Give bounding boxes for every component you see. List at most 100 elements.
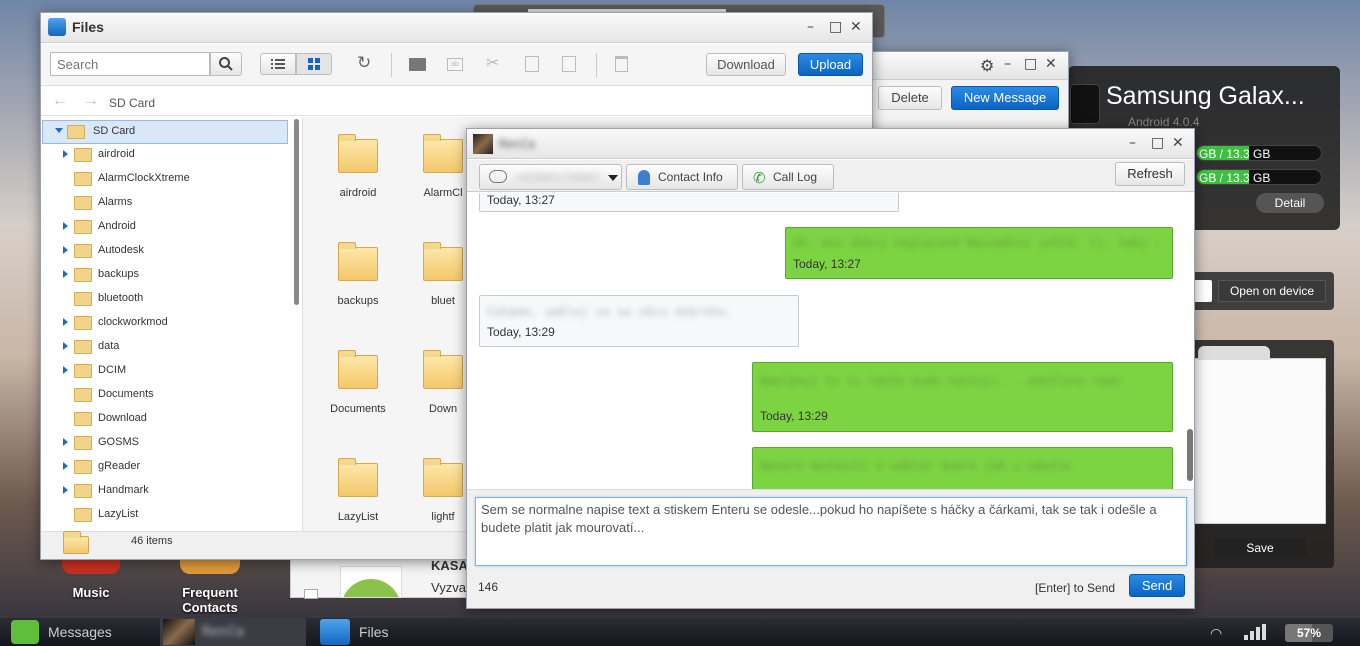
tab-contact-info[interactable]: Contact Info <box>626 164 738 190</box>
cut-icon[interactable]: ✂ <box>486 53 499 73</box>
folder-icon[interactable] <box>338 458 378 497</box>
close-icon[interactable]: ✕ <box>1045 56 1057 72</box>
files-taskbar-icon[interactable] <box>320 619 350 645</box>
grid-view-button[interactable] <box>296 53 332 75</box>
maximize-icon[interactable]: □ <box>829 19 842 35</box>
breadcrumb[interactable]: SD Card <box>109 96 155 110</box>
messages-taskbar-label[interactable]: Messages <box>48 624 112 640</box>
copy-icon[interactable] <box>525 56 539 72</box>
folder-icon <box>74 364 92 378</box>
folder-icon <box>74 148 92 162</box>
back-arrow-icon[interactable]: ← <box>52 92 68 110</box>
tree-scrollbar[interactable] <box>294 119 299 305</box>
enter-hint: [Enter] to Send <box>1035 581 1116 595</box>
frequent-contacts-label[interactable]: Frequent Contacts <box>170 585 250 615</box>
folder-icon[interactable] <box>338 242 378 281</box>
message-input[interactable]: Sem se normalne napise text a stiskem En… <box>475 497 1187 566</box>
tree-item[interactable]: backups <box>41 264 291 286</box>
maximize-icon[interactable]: □ <box>1024 56 1037 72</box>
chat-titlebar <box>467 129 1194 159</box>
folder-label[interactable]: Documents <box>313 403 403 415</box>
refresh-button[interactable]: Refresh <box>1115 162 1185 186</box>
paste-icon[interactable] <box>562 56 576 72</box>
forward-arrow-icon[interactable]: → <box>83 92 99 110</box>
folder-icon[interactable] <box>338 350 378 389</box>
message-icon <box>489 170 507 183</box>
download-button[interactable]: Download <box>706 53 786 76</box>
contact-icon <box>638 170 650 185</box>
folder-icon <box>74 412 92 426</box>
toolbar-divider <box>391 53 392 77</box>
gear-icon[interactable]: ⚙ <box>980 56 994 75</box>
refresh-icon[interactable]: ↻ <box>357 53 371 73</box>
folder-icon <box>74 220 92 234</box>
folder-icon[interactable] <box>423 458 463 497</box>
phone-selector[interactable]: +420601739847 <box>479 164 622 190</box>
delete-icon[interactable] <box>615 56 628 72</box>
tree-item[interactable]: GOSMS <box>41 432 291 454</box>
message-bubble-out[interactable]: Nenech možnosti a udělat dobre jak u ode… <box>752 447 1173 489</box>
folder-icon[interactable] <box>338 134 378 173</box>
tree-item[interactable]: gReader <box>41 456 291 478</box>
folder-label[interactable]: airdroid <box>313 187 403 199</box>
tree-item[interactable]: Alarms <box>41 192 291 214</box>
tree-item[interactable]: airdroid <box>41 144 291 166</box>
new-message-button[interactable]: New Message <box>951 86 1059 110</box>
tree-item[interactable]: Download <box>41 408 291 430</box>
folder-label[interactable]: backups <box>313 295 403 307</box>
folder-label[interactable]: LazyList <box>313 511 403 523</box>
tree-item[interactable]: Documents <box>41 384 291 406</box>
folder-icon <box>74 460 92 474</box>
folder-icon[interactable] <box>423 134 463 173</box>
tree-item[interactable]: DCIM <box>41 360 291 382</box>
tree-item[interactable]: Handmark <box>41 480 291 502</box>
new-folder-icon[interactable] <box>409 58 426 71</box>
tree-item[interactable]: bluetooth <box>41 288 291 310</box>
device-os: Android 4.0.4 <box>1128 115 1200 129</box>
search-input[interactable] <box>50 52 210 76</box>
close-icon[interactable]: ✕ <box>850 19 862 35</box>
message-bubble-in[interactable]: Čekáme, udělej se se něco dobrého. Today… <box>479 295 799 347</box>
contact-taskbar-label[interactable]: Renča <box>202 624 244 640</box>
app-checkbox[interactable] <box>304 589 318 599</box>
detail-button[interactable]: Detail <box>1256 193 1324 213</box>
delete-button[interactable]: Delete <box>878 86 942 110</box>
files-taskbar-label[interactable]: Files <box>359 624 389 640</box>
folder-icon <box>74 292 92 306</box>
signal-icon <box>1244 624 1266 640</box>
messages-taskbar-icon[interactable] <box>11 620 39 644</box>
tab-call-log[interactable]: ✆ Call Log <box>742 164 834 190</box>
maximize-icon[interactable]: □ <box>1151 135 1164 151</box>
path-bar <box>41 86 872 116</box>
folder-icon[interactable] <box>423 350 463 389</box>
list-view-button[interactable] <box>260 53 296 75</box>
clipboard-paper <box>1192 358 1326 524</box>
tree-item[interactable]: LazyList <box>41 504 291 526</box>
conversation-scrollbar[interactable] <box>1187 429 1193 481</box>
music-label[interactable]: Music <box>56 585 126 600</box>
kasa-label: KASA <box>431 558 468 573</box>
tree-item[interactable]: clockworkmod <box>41 312 291 334</box>
folder-icon[interactable] <box>423 242 463 281</box>
chevron-down-icon <box>55 128 63 133</box>
upload-button[interactable]: Upload <box>798 53 863 76</box>
tree-item[interactable]: AlarmClockXtreme <box>41 168 291 190</box>
conversation: Today, 13:27 Ok, moc dobrý neplacené Max… <box>467 193 1194 489</box>
minimize-icon[interactable]: – <box>1129 135 1136 151</box>
minimize-icon[interactable]: – <box>1004 56 1011 72</box>
tree-item[interactable]: data <box>41 336 291 358</box>
send-button[interactable]: Send <box>1129 574 1185 597</box>
message-bubble-in[interactable]: Today, 13:27 <box>479 193 899 212</box>
save-button[interactable]: Save <box>1214 538 1306 558</box>
minimize-icon[interactable]: – <box>807 19 814 35</box>
tree-item[interactable]: Android <box>41 216 291 238</box>
open-on-device-button[interactable]: Open on device <box>1218 280 1326 302</box>
folder-icon <box>74 316 92 330</box>
rename-icon[interactable]: ab <box>447 58 463 71</box>
message-bubble-out[interactable]: Naplánuj to si takže bude nestojí... ode… <box>752 362 1173 432</box>
close-icon[interactable]: ✕ <box>1172 135 1184 151</box>
search-button[interactable] <box>210 52 242 76</box>
tree-item[interactable]: Autodesk <box>41 240 291 262</box>
message-bubble-out[interactable]: Ok, moc dobrý neplacené Maximální ještě,… <box>785 227 1173 279</box>
tree-root-item[interactable]: SD Card <box>42 120 288 144</box>
